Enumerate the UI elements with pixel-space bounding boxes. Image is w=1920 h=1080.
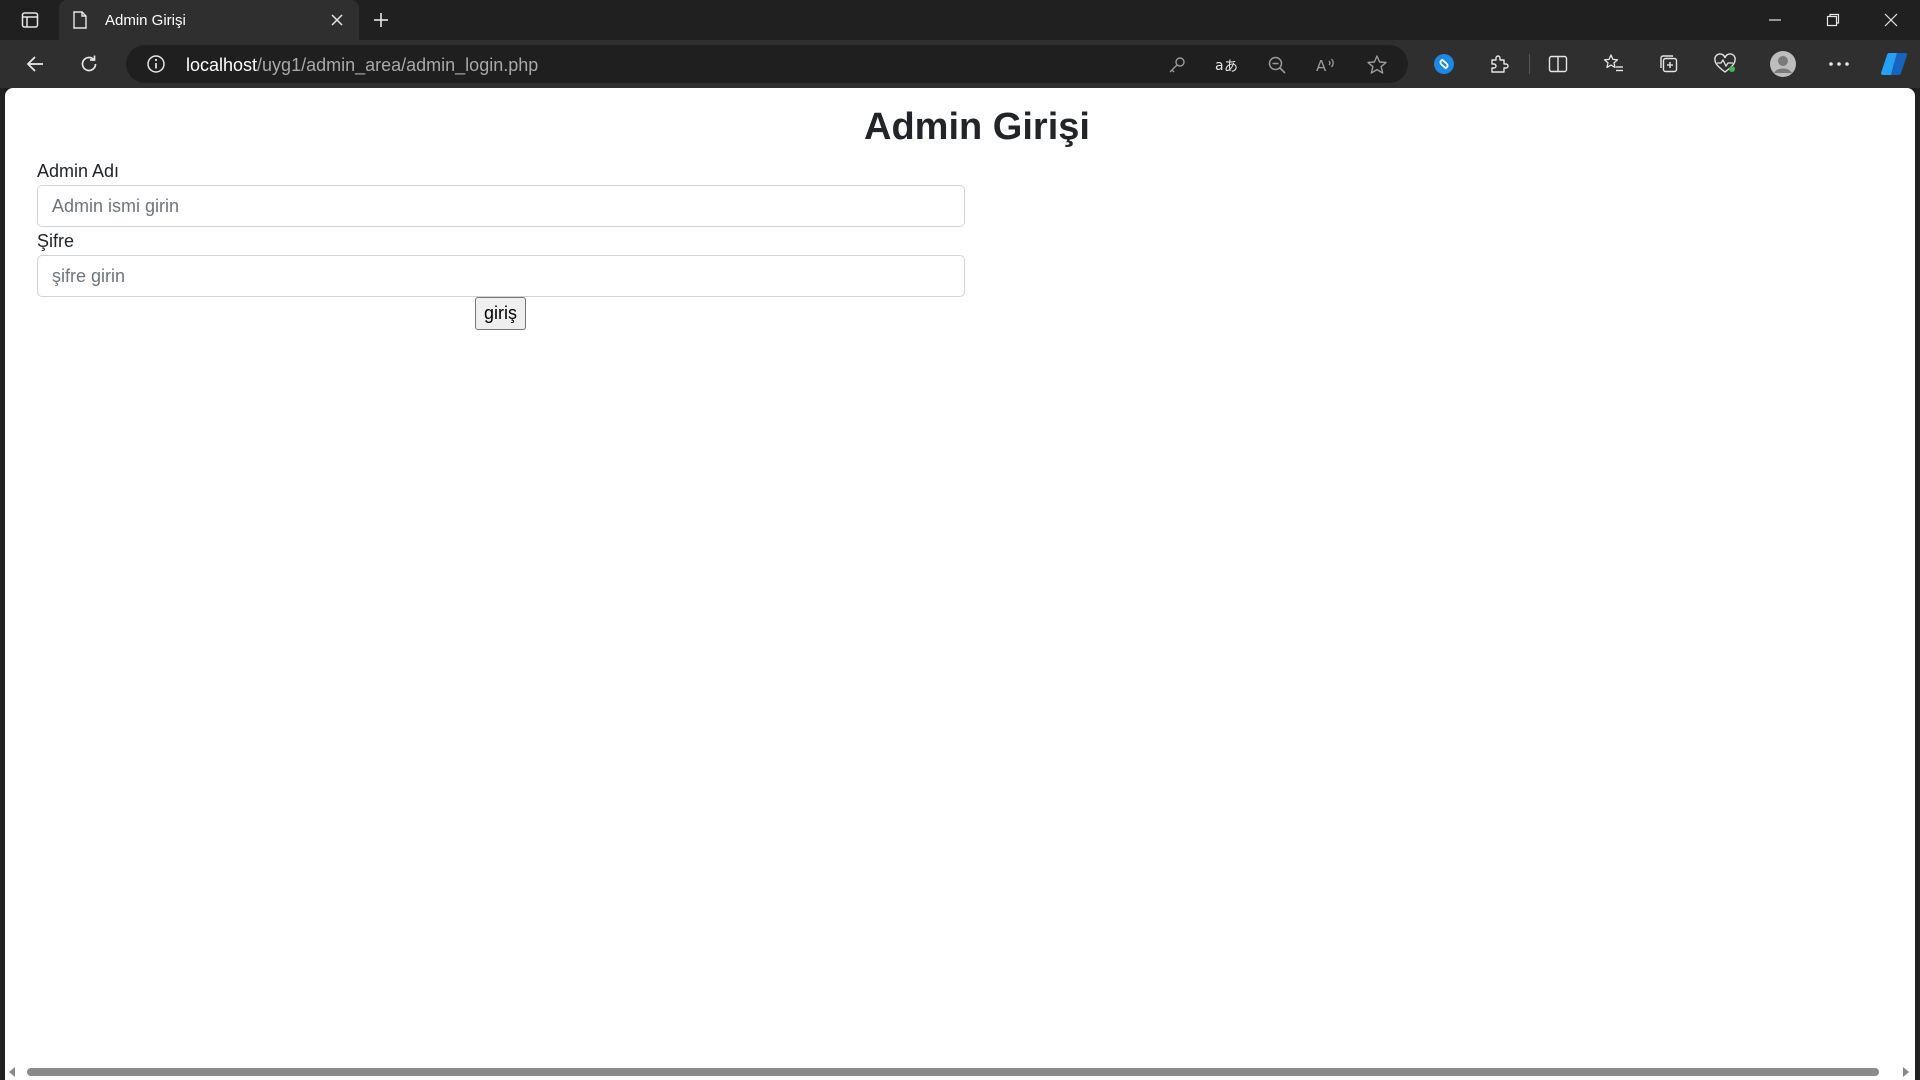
site-info-icon[interactable]: [146, 54, 166, 74]
url-path: /uyg1/admin_area/admin_login.php: [257, 55, 539, 75]
back-button[interactable]: [18, 48, 52, 80]
horizontal-scrollbar[interactable]: [5, 1064, 1915, 1080]
shazam-icon: [1434, 54, 1454, 74]
favorites-button[interactable]: [1597, 48, 1631, 80]
restore-icon: [1826, 13, 1840, 27]
svg-text:A: A: [1316, 57, 1327, 75]
more-dots-icon: [1829, 62, 1849, 66]
address-bar[interactable]: localhost/uyg1/admin_area/admin_login.ph…: [126, 45, 1408, 83]
password-key-icon[interactable]: [1164, 52, 1190, 78]
heart-pulse-icon: [1714, 53, 1736, 73]
browser-toolbar: localhost/uyg1/admin_area/admin_login.ph…: [0, 40, 1920, 88]
username-input[interactable]: [37, 185, 965, 227]
window-border-right: [1915, 88, 1920, 1080]
svg-text:あ: あ: [1224, 59, 1238, 75]
url-host: localhost: [186, 55, 258, 75]
scrollbar-thumb[interactable]: [27, 1068, 1879, 1076]
close-icon: [1884, 13, 1898, 27]
settings-menu-button[interactable]: [1822, 48, 1856, 80]
tab-admin-login[interactable]: Admin Girişi: [59, 0, 359, 40]
password-input[interactable]: [37, 255, 965, 297]
translate-icon[interactable]: a あ: [1214, 52, 1240, 78]
tab-title: Admin Girişi: [105, 11, 186, 29]
plus-icon: [374, 13, 388, 27]
profile-button[interactable]: [1766, 48, 1800, 80]
new-tab-button[interactable]: [368, 8, 394, 32]
arrow-left-icon: [26, 56, 43, 72]
page-icon: [73, 10, 91, 30]
copilot-icon: [1881, 53, 1907, 75]
zoom-out-icon[interactable]: [1264, 52, 1290, 78]
split-screen-icon: [1548, 55, 1568, 73]
password-label: Şifre: [37, 231, 75, 251]
refresh-icon: [81, 55, 97, 72]
minimize-button[interactable]: [1746, 0, 1804, 40]
restore-button[interactable]: [1804, 0, 1862, 40]
extensions-button[interactable]: [1482, 48, 1516, 80]
svg-text:a: a: [1215, 58, 1224, 74]
login-button[interactable]: giriş: [475, 297, 526, 330]
minimize-icon: [1769, 19, 1781, 21]
copilot-button[interactable]: [1877, 48, 1911, 80]
toolbar-divider: [1529, 54, 1530, 74]
favorite-star-icon[interactable]: [1364, 52, 1390, 78]
scroll-left-icon[interactable]: [9, 1067, 15, 1077]
browser-essentials-button[interactable]: [1708, 48, 1742, 80]
shazam-extension-button[interactable]: [1427, 48, 1461, 80]
avatar-icon: [1770, 51, 1796, 77]
close-window-button[interactable]: [1862, 0, 1920, 40]
username-label: Admin Adı: [37, 161, 120, 181]
close-tab-icon[interactable]: [327, 10, 347, 30]
refresh-button[interactable]: [72, 48, 106, 80]
puzzle-icon: [1491, 55, 1509, 73]
scroll-right-icon[interactable]: [1903, 1067, 1909, 1077]
favorites-list-icon: [1603, 54, 1623, 72]
page-viewport: Admin Girişi Admin Adı Şifre giriş: [5, 88, 1915, 1080]
tab-actions-button[interactable]: [14, 8, 46, 32]
window-controls: [1746, 0, 1920, 40]
collections-button[interactable]: [1652, 48, 1686, 80]
page-title: Admin Girişi: [864, 106, 1090, 148]
tab-actions-icon: [21, 12, 39, 28]
url-text: localhost/uyg1/admin_area/admin_login.ph…: [186, 55, 538, 76]
title-bar: Admin Girişi: [0, 0, 1920, 40]
split-screen-button[interactable]: [1541, 48, 1575, 80]
read-aloud-icon[interactable]: A: [1314, 52, 1340, 78]
collections-icon: [1660, 55, 1678, 73]
